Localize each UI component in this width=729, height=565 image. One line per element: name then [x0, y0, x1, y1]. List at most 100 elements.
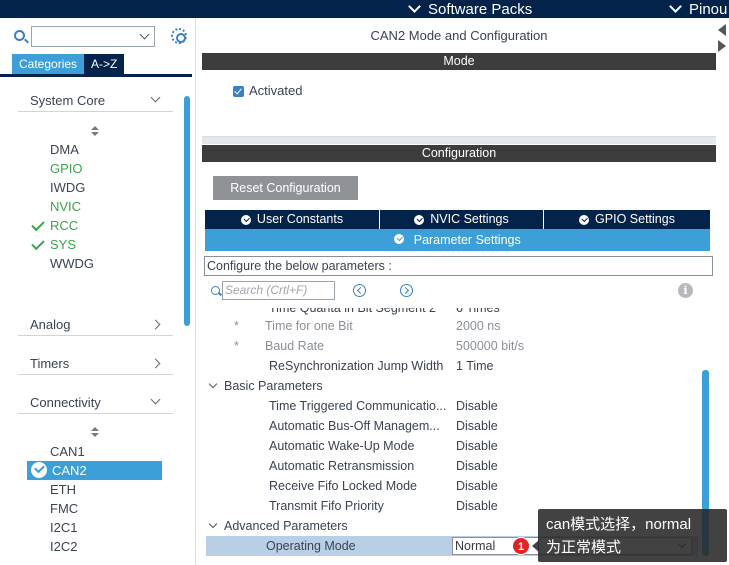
- periph-sys[interactable]: SYS: [50, 235, 76, 254]
- search-icon[interactable]: [211, 286, 220, 295]
- param-name: Automatic Wake-Up Mode: [269, 439, 415, 453]
- chevron-down-icon: [208, 519, 218, 529]
- gear-icon[interactable]: [171, 28, 187, 44]
- software-packs-tab[interactable]: Software Packs: [408, 0, 533, 18]
- tab-categories[interactable]: Categories: [12, 54, 85, 74]
- periph-eth[interactable]: ETH: [50, 480, 76, 499]
- table-row[interactable]: * Baud Rate 500000 bit/s: [204, 336, 698, 356]
- param-value: Disable: [456, 439, 498, 453]
- tab-gpio-settings[interactable]: GPIO Settings: [544, 210, 710, 229]
- derived-marker: *: [234, 339, 239, 353]
- param-value: Disable: [456, 419, 498, 433]
- periph-nvic[interactable]: NVIC: [50, 197, 81, 216]
- category-system-core[interactable]: System Core: [18, 88, 173, 112]
- chevron-down-icon: [150, 92, 161, 103]
- next-result-icon[interactable]: [400, 284, 413, 297]
- configuration-section-bar: Configuration: [202, 145, 716, 162]
- chevron-down-icon: [208, 379, 218, 389]
- info-icon[interactable]: i: [678, 283, 693, 298]
- chevron-down-icon[interactable]: [139, 29, 150, 40]
- table-row[interactable]: Receive Fifo Locked Mode Disable: [204, 476, 698, 496]
- pinout-label: Pinou: [689, 0, 728, 18]
- panel-collapse-icon[interactable]: [718, 24, 726, 74]
- operating-mode-value: Normal: [455, 539, 496, 553]
- group-basic-parameters[interactable]: Basic Parameters: [204, 376, 698, 396]
- selected-row-highlight[interactable]: [27, 461, 162, 480]
- tab-a-z[interactable]: A->Z: [84, 54, 125, 74]
- param-value: 500000 bit/s: [456, 339, 525, 353]
- derived-marker: *: [234, 319, 239, 333]
- category-analog[interactable]: Analog: [18, 312, 173, 336]
- search-icon[interactable]: [14, 30, 25, 41]
- periph-can2[interactable]: CAN2: [52, 461, 87, 480]
- param-name: Baud Rate: [265, 339, 325, 353]
- periph-fmc[interactable]: FMC: [50, 499, 78, 518]
- param-name: Transmit Fifo Priority: [269, 499, 384, 513]
- periph-gpio[interactable]: GPIO: [50, 159, 83, 178]
- software-packs-label: Software Packs: [428, 0, 533, 18]
- chevron-right-icon: [150, 358, 161, 369]
- pinout-tab[interactable]: Pinou: [669, 0, 728, 18]
- periph-can1[interactable]: CAN1: [50, 442, 85, 461]
- periph-wwdg[interactable]: WWDG: [50, 254, 94, 273]
- configure-hint: Configure the below parameters :: [204, 256, 713, 276]
- check-circle-icon: [31, 462, 47, 478]
- tab-label: Parameter Settings: [413, 233, 521, 247]
- param-name: Operating Mode: [266, 539, 356, 553]
- group-label: Advanced Parameters: [224, 519, 348, 533]
- left-scrollbar[interactable]: [184, 96, 190, 326]
- category-connectivity[interactable]: Connectivity: [18, 390, 173, 414]
- main-panel: CAN2 Mode and Configuration Mode Activat…: [197, 18, 729, 565]
- table-row[interactable]: Automatic Retransmission Disable: [204, 456, 698, 476]
- periph-iwdg[interactable]: IWDG: [50, 178, 85, 197]
- table-row[interactable]: Time Triggered Communicatio... Disable: [204, 396, 698, 416]
- activated-checkbox[interactable]: [233, 86, 244, 97]
- table-row[interactable]: ReSynchronization Jump Width 1 Time: [204, 356, 698, 376]
- param-value: 1 Time: [456, 359, 494, 373]
- param-name: Time Triggered Communicatio...: [269, 399, 447, 413]
- annotation-line: 为正常模式: [546, 539, 622, 556]
- config-tabs: User Constants NVIC Settings GPIO Settin…: [205, 210, 710, 229]
- periph-i2c2[interactable]: I2C2: [50, 537, 77, 556]
- activated-label: Activated: [249, 83, 303, 98]
- periph-i2c1[interactable]: I2C1: [50, 518, 77, 537]
- chevron-down-icon: [150, 394, 161, 405]
- check-icon: [31, 236, 45, 251]
- periph-dma[interactable]: DMA: [50, 140, 79, 159]
- parameter-search-input[interactable]: Search (Crtl+F): [222, 281, 335, 300]
- param-name: Time for one Bit: [265, 319, 353, 333]
- check-circle-icon: [394, 234, 405, 244]
- sort-icon[interactable]: [91, 126, 99, 138]
- periph-rcc[interactable]: RCC: [50, 216, 78, 235]
- check-icon: [31, 217, 45, 232]
- category-search-combo[interactable]: [31, 26, 155, 47]
- chevron-right-icon: [150, 319, 161, 330]
- tab-label: NVIC Settings: [430, 212, 509, 226]
- param-value: Disable: [456, 499, 498, 513]
- category-timers[interactable]: Timers: [18, 351, 173, 375]
- tab-label: User Constants: [256, 212, 344, 226]
- mode-section-bar: Mode: [202, 53, 716, 70]
- param-value: 2000 ns: [456, 319, 501, 333]
- reset-configuration-button[interactable]: Reset Configuration: [213, 176, 358, 200]
- tab-nvic-settings[interactable]: NVIC Settings: [380, 210, 544, 229]
- tab-user-constants[interactable]: User Constants: [205, 210, 380, 229]
- group-label: Basic Parameters: [224, 379, 323, 393]
- sort-icon[interactable]: [91, 427, 99, 439]
- chevron-down-icon: [408, 0, 421, 13]
- category-label: Analog: [30, 317, 71, 332]
- param-name: Receive Fifo Locked Mode: [269, 479, 417, 493]
- top-bar: Software Packs Pinou: [0, 0, 729, 18]
- category-label: Connectivity: [30, 395, 101, 410]
- previous-result-icon[interactable]: [353, 284, 366, 297]
- param-value: Disable: [456, 479, 498, 493]
- table-row[interactable]: Automatic Bus-Off Managem... Disable: [204, 416, 698, 436]
- category-label: Timers: [30, 356, 70, 371]
- left-panel: Categories A->Z System Core DMA GPIO IWD…: [0, 18, 196, 565]
- param-name: Automatic Bus-Off Managem...: [269, 419, 440, 433]
- annotation-badge: 1: [512, 537, 530, 555]
- table-row[interactable]: * Time for one Bit 2000 ns: [204, 316, 698, 336]
- table-row[interactable]: Automatic Wake-Up Mode Disable: [204, 436, 698, 456]
- tab-parameter-settings[interactable]: Parameter Settings: [205, 229, 710, 251]
- annotation-line: can模式选择，normal: [546, 516, 692, 533]
